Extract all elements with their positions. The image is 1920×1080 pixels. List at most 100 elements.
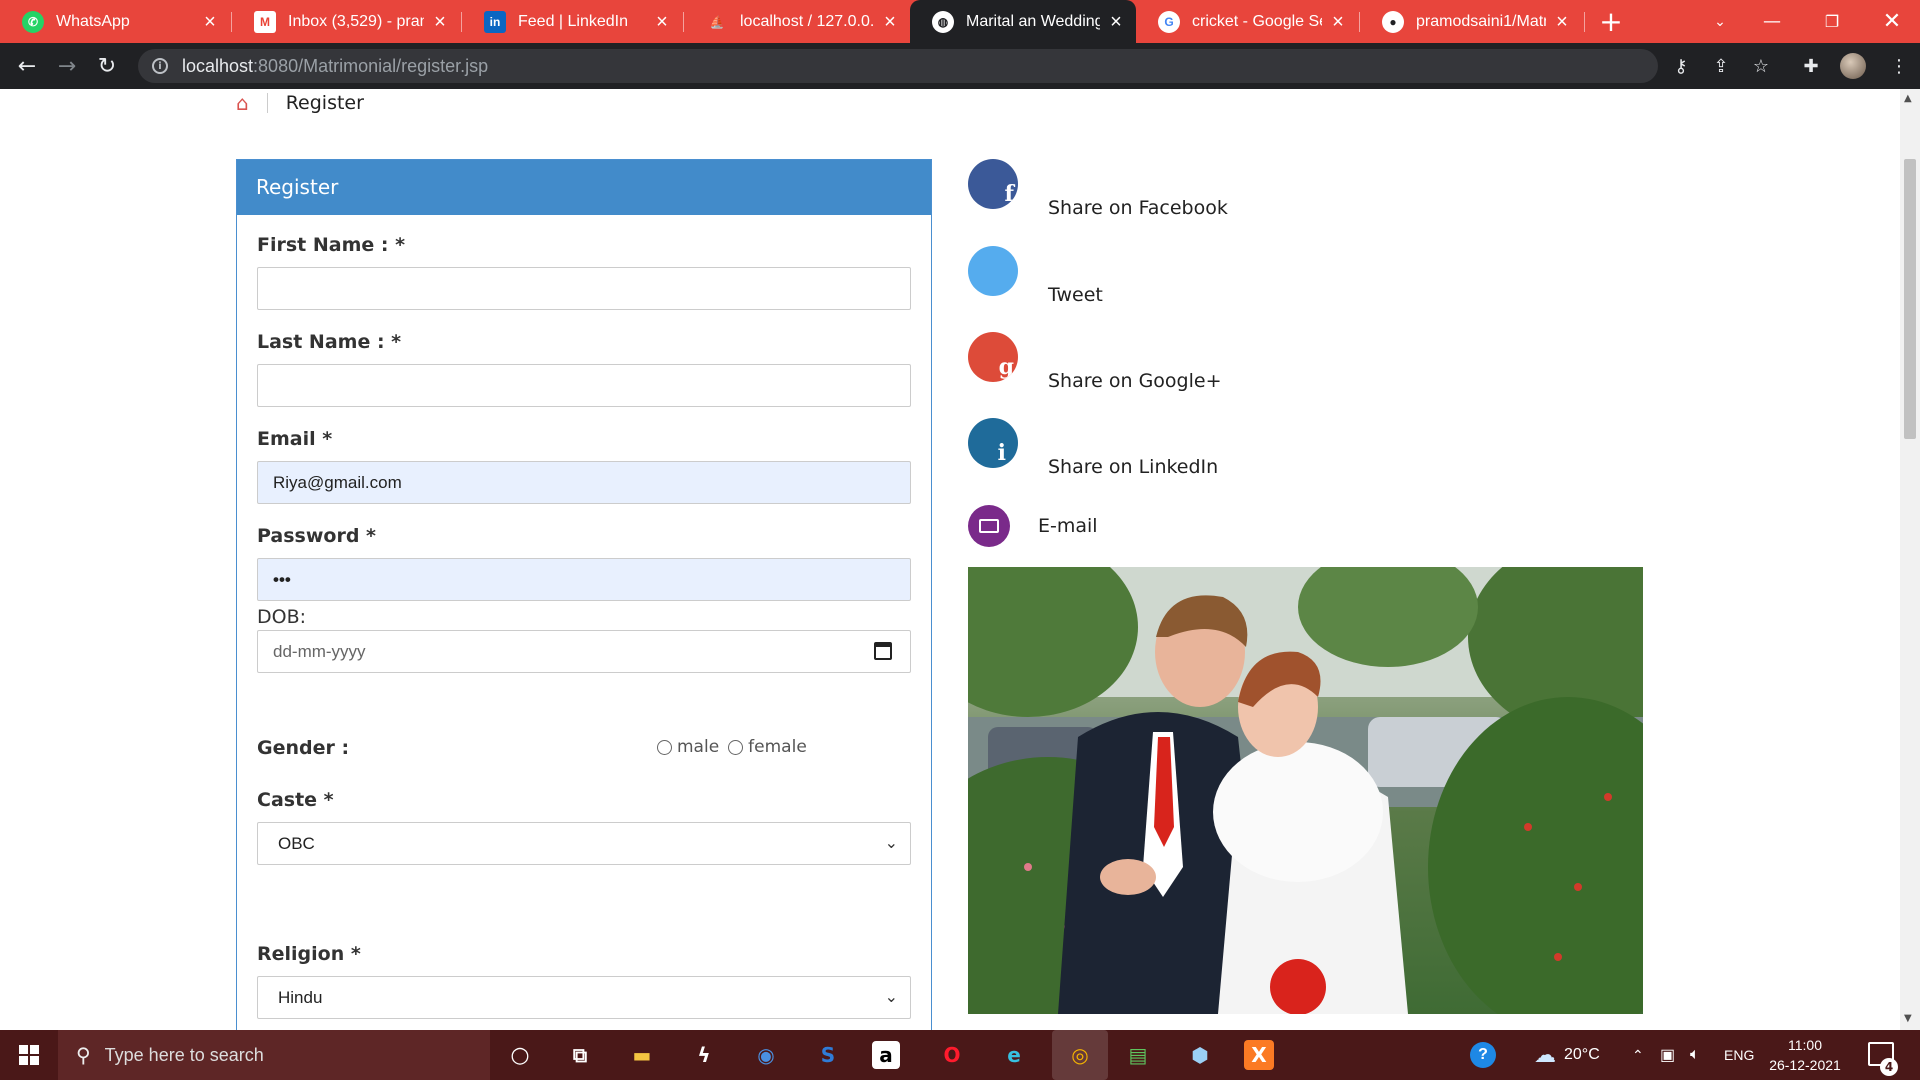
page-scrollbar[interactable]: ▲ ▼ — [1900, 89, 1920, 1030]
edge-icon[interactable]: e — [996, 1037, 1032, 1073]
github-icon: ● — [1382, 10, 1404, 33]
chrome-icon[interactable]: ◎ — [1052, 1030, 1108, 1080]
tray-chevron-up-icon[interactable]: ⌃ — [1632, 1030, 1644, 1080]
first-name-input[interactable] — [257, 267, 911, 310]
opera-icon[interactable]: O — [934, 1037, 970, 1073]
app-bolt-icon[interactable]: ϟ — [686, 1037, 722, 1073]
dob-label: DOB: — [257, 606, 307, 628]
gender-female-label: female — [748, 737, 807, 757]
religion-selected-value: Hindu — [278, 988, 323, 1007]
password-label: Password * — [257, 525, 376, 547]
share-google-plus[interactable]: g Share on Google+ — [968, 332, 1222, 392]
taskbar: ⚲ Type here to search ○ ⧉ ▬ ϟ ◉ S a O e … — [0, 1030, 1920, 1080]
home-icon[interactable]: ⌂ — [236, 91, 249, 115]
google-icon: G — [1158, 10, 1180, 33]
tab-title: Inbox (3,529) - pramod — [288, 12, 424, 30]
tab-title: cricket - Google Sear — [1192, 12, 1322, 30]
restore-button[interactable]: ❐ — [1812, 0, 1852, 43]
last-name-input[interactable] — [257, 364, 911, 407]
gmail-icon: M — [254, 10, 276, 33]
notepad-icon[interactable]: ▤ — [1120, 1037, 1156, 1073]
religion-select[interactable]: Hindu ⌄ — [257, 976, 911, 1019]
gender-male-radio[interactable] — [657, 739, 672, 755]
share-facebook[interactable]: f Share on Facebook — [968, 159, 1228, 219]
clock-date: 26-12-2021 — [1769, 1057, 1841, 1073]
first-name-label: First Name : * — [257, 234, 406, 256]
browser-toolbar: ← → ↻ i localhost:8080/Matrimonial/regis… — [0, 43, 1920, 89]
close-icon[interactable]: × — [202, 12, 218, 32]
breadcrumb-separator — [266, 93, 268, 113]
cortana-icon[interactable]: ○ — [502, 1037, 538, 1073]
tab-linkedin[interactable]: in Feed | LinkedIn × — [462, 0, 682, 43]
close-icon[interactable]: × — [1330, 12, 1346, 32]
phpmyadmin-icon: ⛵ — [709, 14, 725, 29]
weather-widget[interactable]: ☁ 20°C — [1534, 1030, 1600, 1080]
tab-marital-wedding[interactable]: ◍ Marital an Wedding C × — [910, 0, 1136, 43]
taskbar-search[interactable]: ⚲ Type here to search — [58, 1030, 490, 1080]
taskbar-clock[interactable]: 11:00 26-12-2021 — [1760, 1035, 1850, 1075]
share-twitter-label: Tweet — [1048, 284, 1103, 306]
breadcrumb-current: Register — [285, 92, 364, 114]
scroll-down-arrow[interactable]: ▼ — [1904, 1013, 1912, 1024]
share-email[interactable]: E-mail — [968, 505, 1098, 547]
profile-avatar[interactable] — [1840, 53, 1866, 79]
email-input[interactable]: Riya@gmail.com — [257, 461, 911, 504]
chevron-down-icon: ⌄ — [884, 989, 898, 1006]
tab-phpmyadmin[interactable]: ⛵ localhost / 127.0.0.1 / × — [684, 0, 910, 43]
tab-whatsapp[interactable]: ✆ WhatsApp × — [0, 0, 230, 43]
language-indicator[interactable]: ENG — [1724, 1030, 1754, 1080]
tab-search-button[interactable]: ⌄ — [1700, 0, 1740, 43]
gender-female-radio[interactable] — [728, 739, 744, 755]
tab-google-search[interactable]: G cricket - Google Sear × — [1136, 0, 1358, 43]
forward-button[interactable]: → — [52, 51, 82, 81]
close-icon[interactable]: × — [1108, 12, 1124, 32]
sublime-icon[interactable]: S — [810, 1037, 846, 1073]
info-icon[interactable]: i — [152, 58, 168, 74]
dob-placeholder: dd-mm-yyyy — [273, 642, 366, 661]
network-icon[interactable]: ▣ — [1660, 1030, 1675, 1080]
last-name-label: Last Name : * — [257, 331, 402, 353]
tray-help[interactable]: ? — [1470, 1030, 1496, 1080]
panel-title: Register — [237, 160, 931, 215]
close-icon[interactable]: × — [432, 12, 448, 32]
share-google-plus-label: Share on Google+ — [1048, 370, 1222, 392]
tab-gmail[interactable]: M Inbox (3,529) - pramod × — [232, 0, 460, 43]
minimize-button[interactable]: — — [1752, 0, 1792, 43]
file-explorer-icon[interactable]: ▬ — [624, 1037, 660, 1073]
share-twitter[interactable]: Tweet — [968, 246, 1103, 306]
password-input[interactable]: ••• — [257, 558, 911, 601]
key-icon[interactable]: ⚷ — [1668, 53, 1694, 79]
caste-select[interactable]: OBC ⌄ — [257, 822, 911, 865]
amazon-icon[interactable]: a — [872, 1041, 900, 1069]
3d-box-icon[interactable]: ⬢ — [1182, 1037, 1218, 1073]
back-button[interactable]: ← — [12, 51, 42, 81]
new-tab-button[interactable]: + — [1596, 0, 1626, 43]
xampp-icon[interactable]: X — [1244, 1040, 1274, 1070]
close-icon[interactable]: × — [1554, 12, 1570, 32]
tab-github[interactable]: ● pramodsaini1/Matrim × — [1360, 0, 1582, 43]
linkedin-icon: i — [968, 418, 1018, 468]
scroll-up-arrow[interactable]: ▲ — [1904, 93, 1912, 104]
volume-icon[interactable]: 🔈︎ — [1690, 1030, 1700, 1080]
bookmark-star-icon[interactable]: ☆ — [1748, 53, 1774, 79]
chevron-down-icon: ⌄ — [884, 835, 898, 852]
close-window-button[interactable]: ✕ — [1872, 0, 1912, 43]
chromium-icon[interactable]: ◉ — [748, 1037, 784, 1073]
tab-title: pramodsaini1/Matrim — [1416, 12, 1546, 30]
share-linkedin[interactable]: i Share on LinkedIn — [968, 418, 1218, 478]
close-icon[interactable]: × — [882, 12, 898, 32]
register-panel: Register First Name : * Last Name : * Em… — [236, 159, 932, 1030]
extensions-icon[interactable]: ✚ — [1798, 53, 1824, 79]
calendar-icon[interactable] — [874, 642, 892, 660]
scrollbar-thumb[interactable] — [1904, 159, 1916, 439]
task-view-icon[interactable]: ⧉ — [562, 1037, 598, 1073]
facebook-icon: f — [968, 159, 1018, 209]
reload-button[interactable]: ↻ — [92, 51, 122, 81]
dob-input[interactable]: dd-mm-yyyy — [257, 630, 911, 673]
start-button[interactable] — [0, 1030, 58, 1080]
address-bar[interactable]: i localhost:8080/Matrimonial/register.js… — [138, 49, 1658, 83]
menu-icon[interactable]: ⋮ — [1886, 53, 1912, 79]
share-icon[interactable]: ⇪ — [1708, 53, 1734, 79]
tab-title: WhatsApp — [56, 12, 130, 30]
close-icon[interactable]: × — [654, 12, 670, 32]
